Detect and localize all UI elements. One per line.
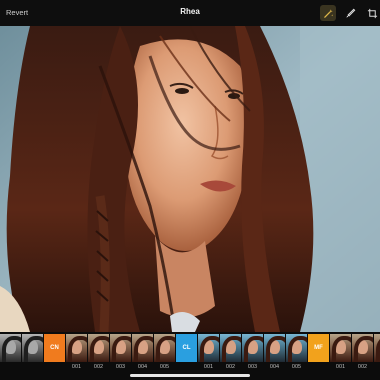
filter-label: 005 <box>291 364 302 370</box>
filter-thumbnail[interactable] <box>66 334 87 362</box>
brush-icon <box>345 8 355 18</box>
top-toolbar: Revert Rhea <box>0 0 380 26</box>
filter-category-cl[interactable]: CL <box>176 334 197 362</box>
filter-thumbnail[interactable] <box>264 334 285 362</box>
filter-label <box>308 364 329 372</box>
filter-thumbnail[interactable] <box>220 334 241 362</box>
filter-label: 003 <box>374 364 380 372</box>
filter-thumbnail[interactable] <box>0 334 21 362</box>
filter-category-mf[interactable]: MF <box>308 334 329 362</box>
filter-thumbnails: CN CL MF <box>0 334 380 364</box>
filter-label: 001 <box>203 364 214 370</box>
filter-label: 004 <box>269 364 280 370</box>
filter-thumbnail[interactable] <box>352 334 373 362</box>
filter-thumbnail[interactable] <box>132 334 153 362</box>
filter-label: 001 <box>71 364 82 370</box>
filter-thumbnail[interactable] <box>286 334 307 362</box>
crop-icon <box>367 8 377 18</box>
filter-thumbnail[interactable] <box>22 334 43 362</box>
filter-thumbnail[interactable] <box>374 334 380 362</box>
filter-label <box>0 364 21 372</box>
filter-filmstrip: CN CL MF 001 002 003 004 005 001 002 003 004 005 001… <box>0 332 380 380</box>
filter-labels: 0010020030040050010020030040050010020030… <box>0 364 380 372</box>
auto-enhance-tool-button[interactable] <box>320 5 336 21</box>
auto-enhance-icon <box>323 8 333 18</box>
revert-button[interactable]: Revert <box>6 8 28 17</box>
filter-label: 002 <box>93 364 104 370</box>
filter-category-cn[interactable]: CN <box>44 334 65 362</box>
crop-tool-button[interactable] <box>364 5 380 21</box>
filter-thumbnail[interactable] <box>110 334 131 362</box>
brush-tool-button[interactable] <box>342 5 358 21</box>
filter-thumbnail[interactable] <box>330 334 351 362</box>
filter-label: 004 <box>137 364 148 370</box>
filter-label: 001 <box>335 364 346 370</box>
filter-label: 003 <box>247 364 258 370</box>
filter-label: 005 <box>159 364 170 370</box>
filter-label <box>22 364 43 372</box>
portrait-photo <box>0 26 380 332</box>
filter-label <box>44 364 65 372</box>
tool-group <box>320 5 380 21</box>
photo-canvas[interactable] <box>0 26 380 332</box>
filter-label: 002 <box>225 364 236 370</box>
filter-thumbnail[interactable] <box>88 334 109 362</box>
filter-thumbnail[interactable] <box>154 334 175 362</box>
home-indicator[interactable] <box>130 374 250 377</box>
filter-thumbnail[interactable] <box>242 334 263 362</box>
filter-label: 002 <box>357 364 368 370</box>
photo-editor-app: Revert Rhea CN CL MF 001 002 003 004 005… <box>0 0 380 380</box>
filter-label: 003 <box>115 364 126 370</box>
filter-label <box>176 364 197 372</box>
filter-thumbnail[interactable] <box>198 334 219 362</box>
